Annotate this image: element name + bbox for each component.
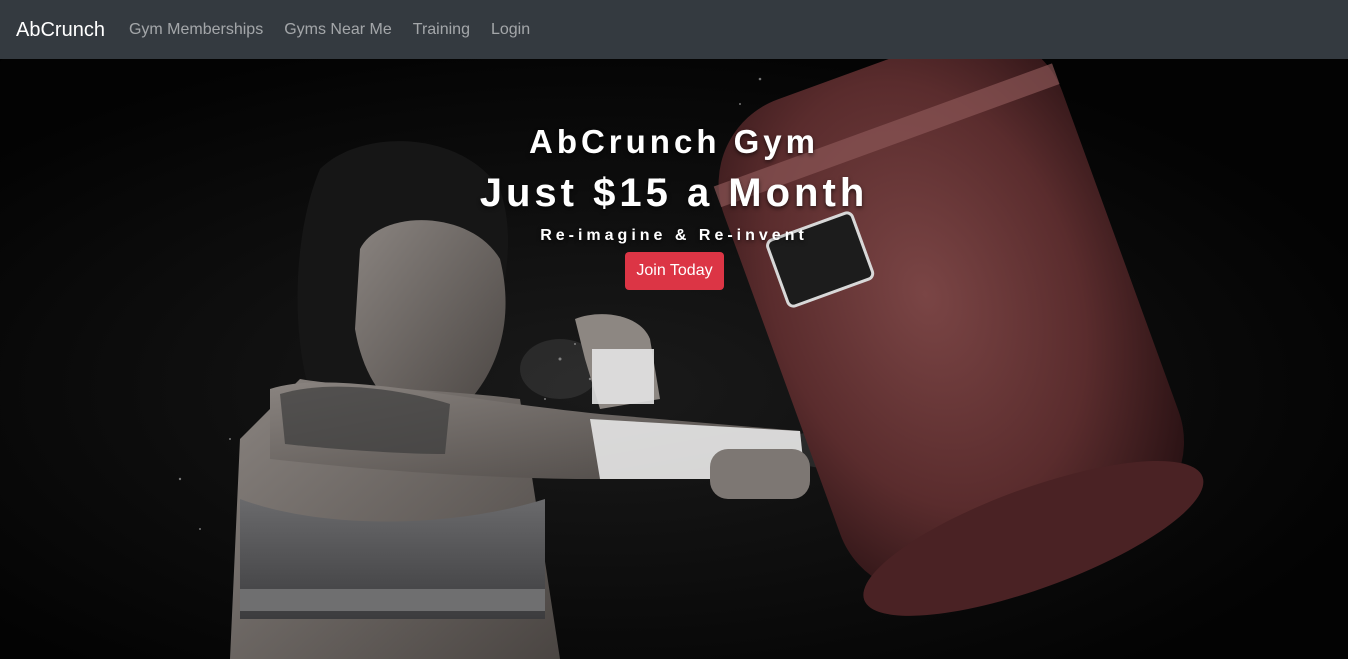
brand-logo-link[interactable]: AbCrunch <box>16 19 105 42</box>
join-today-button[interactable]: Join Today <box>625 252 724 290</box>
top-navbar: AbCrunch Gym Memberships Gyms Near Me Tr… <box>0 0 1348 59</box>
nav-link-training[interactable]: Training <box>402 21 480 39</box>
nav-link-gym-memberships[interactable]: Gym Memberships <box>129 21 274 39</box>
hero-banner: AbCrunch Gym Just $15 a Month Re-imagine… <box>0 59 1348 659</box>
nav-links: Gym Memberships Gyms Near Me Training Lo… <box>129 21 541 39</box>
nav-link-login[interactable]: Login <box>480 21 540 39</box>
hero-price-heading: Just $15 a Month <box>479 171 869 215</box>
hero-title: AbCrunch Gym <box>528 123 820 160</box>
nav-link-gyms-near-me[interactable]: Gyms Near Me <box>274 21 403 39</box>
hero-tagline: Re-imagine & Re-invent <box>540 227 808 244</box>
